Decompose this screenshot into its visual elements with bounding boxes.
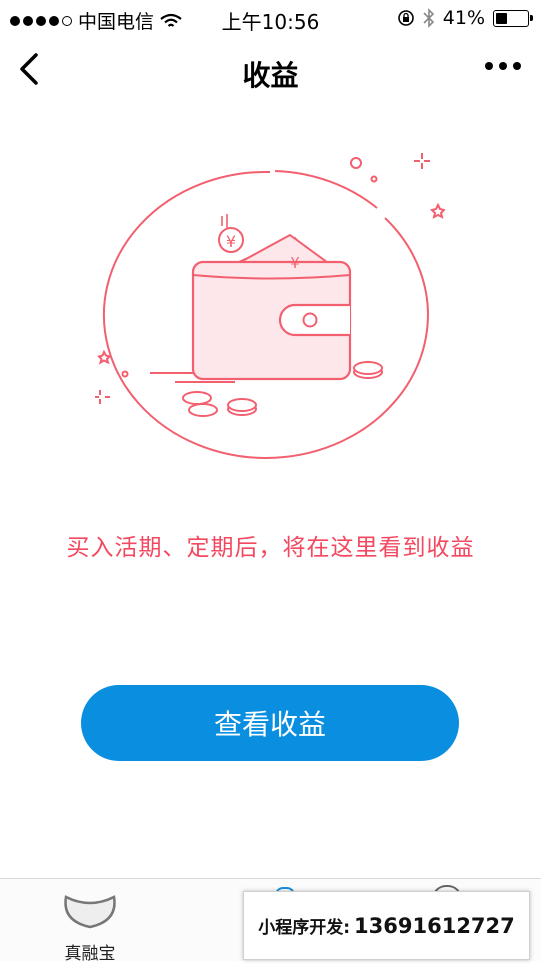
rotation-lock-icon — [397, 10, 414, 26]
contact-banner: 小程序开发: 13691612727 — [243, 891, 530, 960]
wallet-illustration: ¥ ¥ — [95, 153, 445, 459]
banner-phone: 13691612727 — [354, 913, 515, 938]
nav-bar: 收益 — [0, 36, 541, 106]
bluetooth-icon — [423, 8, 434, 28]
battery-percent: 41% — [442, 7, 485, 29]
empty-state-message: 买入活期、定期后，将在这里看到收益 — [66, 535, 475, 561]
coin-yen-symbol: ¥ — [226, 232, 236, 251]
bean-logo-icon — [64, 895, 116, 929]
tab-home-label: 真融宝 — [64, 944, 116, 964]
page-title: 收益 — [242, 59, 299, 92]
card-yen-symbol: ¥ — [290, 254, 300, 272]
view-earnings-button[interactable]: 查看收益 — [81, 685, 459, 761]
status-right: 41% — [397, 7, 533, 29]
battery-icon — [493, 9, 533, 27]
tab-home[interactable]: 真融宝 — [0, 879, 180, 964]
banner-label: 小程序开发: — [258, 918, 351, 938]
status-bar: 中国电信 上午10:56 41% — [0, 0, 541, 36]
battery-fill — [496, 12, 507, 24]
more-icon[interactable] — [485, 62, 521, 70]
